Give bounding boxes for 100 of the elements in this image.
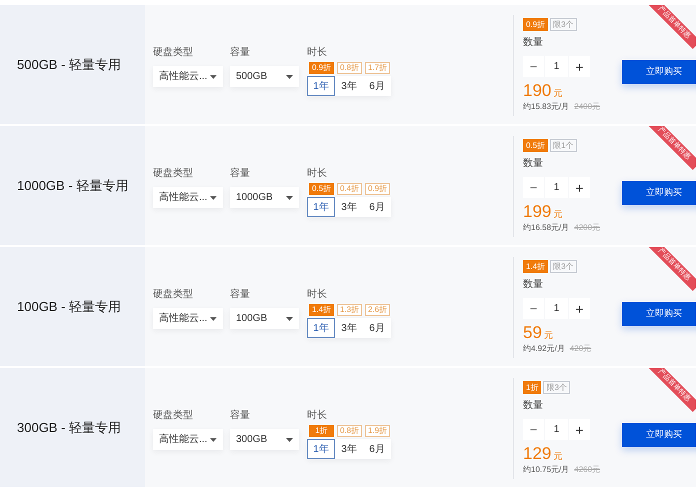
limit-tag: 限3个 xyxy=(543,381,570,394)
dropdown[interactable]: 高性能云... xyxy=(153,187,223,208)
duration-option[interactable]: 6月 xyxy=(363,76,391,96)
dropdown[interactable]: 500GB xyxy=(230,66,299,87)
duration-option[interactable]: 1年 xyxy=(307,76,335,96)
quantity-stepper[interactable]: − 1 + xyxy=(523,177,613,198)
field-label: 时长 xyxy=(307,288,328,302)
discount-badge: 0.9折 xyxy=(523,18,548,31)
minus-button[interactable]: − xyxy=(523,298,544,319)
duration-option[interactable]: 1年 xyxy=(307,197,335,217)
original-price: 4200元 xyxy=(574,222,600,234)
field-label: 硬盘类型 xyxy=(153,46,194,60)
caret-icon xyxy=(210,438,217,442)
discount-badge: 0.9折 xyxy=(365,183,390,195)
caret-icon xyxy=(286,316,293,320)
discount-badge: 0.5折 xyxy=(309,183,334,195)
caret-icon xyxy=(286,74,293,78)
field-label: 容量 xyxy=(230,166,251,181)
minus-button[interactable]: − xyxy=(523,177,544,198)
duration-option[interactable]: 6月 xyxy=(363,439,391,459)
plus-button[interactable]: + xyxy=(569,177,590,198)
duration-option[interactable]: 6月 xyxy=(363,318,391,338)
product-title: 1000GB - 轻量专用 xyxy=(17,176,128,195)
duration-option[interactable]: 3年 xyxy=(335,439,363,459)
caret-icon xyxy=(210,196,217,200)
field-label: 容量 xyxy=(230,408,251,423)
monthly-price: 约16.58元/月 xyxy=(523,222,570,234)
discount-badge: 0.9折 xyxy=(309,62,334,74)
field-label: 时长 xyxy=(307,46,328,60)
monthly-price: 约4.92元/月 xyxy=(523,343,565,355)
quantity-stepper[interactable]: − 1 + xyxy=(523,56,613,77)
plus-button[interactable]: + xyxy=(569,419,590,440)
buy-button[interactable]: 立即购买 xyxy=(622,302,696,326)
price: 129 xyxy=(523,444,552,464)
duration-option[interactable]: 1年 xyxy=(307,318,335,338)
original-price: 2400元 xyxy=(574,101,600,113)
duration-option[interactable]: 6月 xyxy=(363,197,391,217)
price-unit: 元 xyxy=(553,208,562,221)
product-title: 100GB - 轻量专用 xyxy=(17,298,122,316)
original-price: 4260元 xyxy=(574,464,600,476)
price-unit: 元 xyxy=(553,87,562,100)
dropdown[interactable]: 高性能云... xyxy=(153,308,223,329)
field-label: 硬盘类型 xyxy=(153,166,194,181)
field-label: 时长 xyxy=(307,408,328,423)
caret-icon xyxy=(210,74,217,78)
buy-button[interactable]: 立即购买 xyxy=(622,60,696,84)
discount-badge: 0.5折 xyxy=(523,139,548,152)
buy-button[interactable]: 立即购买 xyxy=(622,181,696,205)
price: 199 xyxy=(523,202,552,222)
field-label: 硬盘类型 xyxy=(153,288,194,302)
product-title: 500GB - 轻量专用 xyxy=(17,56,122,74)
limit-tag: 限3个 xyxy=(550,260,577,273)
caret-icon xyxy=(210,316,217,320)
price-unit: 元 xyxy=(553,450,562,463)
discount-badge: 1.9折 xyxy=(365,425,390,437)
field-label: 数量 xyxy=(523,36,544,50)
quantity-stepper[interactable]: − 1 + xyxy=(523,419,613,440)
duration-option[interactable]: 3年 xyxy=(335,76,363,96)
discount-badge: 2.6折 xyxy=(365,304,390,316)
limit-tag: 限3个 xyxy=(550,18,577,31)
field-label: 数量 xyxy=(523,399,544,413)
monthly-price: 约10.75元/月 xyxy=(523,464,570,476)
field-label: 容量 xyxy=(230,46,251,60)
field-label: 数量 xyxy=(523,278,544,292)
price: 190 xyxy=(523,81,552,101)
price-unit: 元 xyxy=(544,329,553,342)
field-label: 硬盘类型 xyxy=(153,408,194,423)
discount-badge: 1.7折 xyxy=(365,62,390,74)
minus-button[interactable]: − xyxy=(523,419,544,440)
quantity-input[interactable]: 1 xyxy=(545,419,568,440)
discount-badge: 1.3折 xyxy=(337,304,362,316)
quantity-input[interactable]: 1 xyxy=(545,56,568,77)
dropdown[interactable]: 1000GB xyxy=(230,187,299,208)
discount-badge: 1折 xyxy=(309,425,334,437)
field-label: 容量 xyxy=(230,288,251,302)
price: 59 xyxy=(523,323,542,343)
plus-button[interactable]: + xyxy=(569,298,590,319)
minus-button[interactable]: − xyxy=(523,56,544,77)
quantity-input[interactable]: 1 xyxy=(545,298,568,319)
dropdown[interactable]: 100GB xyxy=(230,308,299,329)
dropdown[interactable]: 高性能云... xyxy=(153,66,223,87)
dropdown[interactable]: 300GB xyxy=(230,429,299,450)
plus-button[interactable]: + xyxy=(569,56,590,77)
field-label: 时长 xyxy=(307,166,328,181)
duration-option[interactable]: 3年 xyxy=(335,197,363,217)
buy-button[interactable]: 立即购买 xyxy=(622,423,696,447)
discount-badge: 1折 xyxy=(523,381,542,394)
duration-option[interactable]: 1年 xyxy=(307,439,335,459)
duration-option[interactable]: 3年 xyxy=(335,318,363,338)
quantity-input[interactable]: 1 xyxy=(545,177,568,198)
original-price: 420元 xyxy=(570,343,592,355)
discount-badge: 1.4折 xyxy=(309,304,334,316)
discount-badge: 0.8折 xyxy=(337,62,362,74)
field-label: 数量 xyxy=(523,157,544,171)
discount-badge: 0.8折 xyxy=(337,425,362,437)
caret-icon xyxy=(286,438,293,442)
quantity-stepper[interactable]: − 1 + xyxy=(523,298,613,319)
dropdown[interactable]: 高性能云... xyxy=(153,429,223,450)
caret-icon xyxy=(286,196,293,200)
product-title: 300GB - 轻量专用 xyxy=(17,418,122,437)
